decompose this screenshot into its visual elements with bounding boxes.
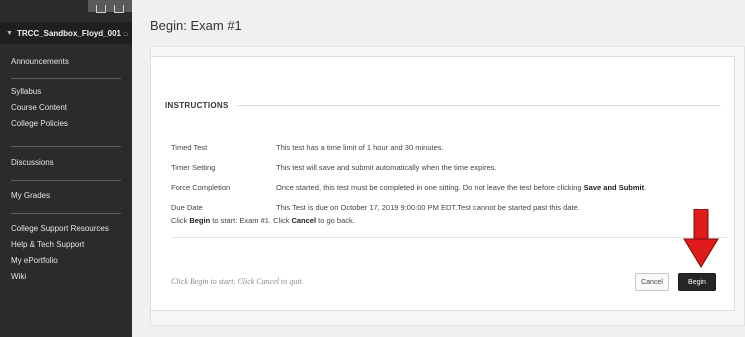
section-divider <box>171 237 727 238</box>
text: to start: Exam #1. Click <box>210 216 292 225</box>
value-text: . <box>644 182 647 192</box>
sidebar-item-announcements[interactable]: Announcements <box>0 54 132 70</box>
exam-instructions-card: INSTRUCTIONS Timed Test This test has a … <box>150 56 735 311</box>
sidebar-item-syllabus[interactable]: Syllabus <box>0 84 132 100</box>
instruction-row: Due Date This Test is due on October 17,… <box>171 197 731 217</box>
instruction-value: Once started, this test must be complete… <box>276 183 646 192</box>
page-title: Begin: Exam #1 <box>150 18 242 33</box>
sidebar-divider <box>11 180 121 181</box>
home-icon[interactable]: ⌂ <box>123 29 128 38</box>
collapse-chevron-icon[interactable]: ▼ <box>6 30 13 37</box>
instruction-key: Force Completion <box>171 182 231 192</box>
course-title-bar[interactable]: ▼ TRCC_Sandbox_Floyd_001 ⌂ <box>0 22 132 44</box>
begin-instruction-line: Click Begin to start: Exam #1. Click Can… <box>171 216 355 225</box>
text: to go back. <box>316 216 355 225</box>
instruction-key: Timer Setting <box>171 162 216 172</box>
instructions-heading: INSTRUCTIONS <box>165 101 229 110</box>
begin-button[interactable]: Begin <box>678 273 716 291</box>
nav-group-4: My Grades <box>0 188 132 204</box>
sidebar-divider <box>11 78 121 79</box>
course-name[interactable]: TRCC_Sandbox_Floyd_001 <box>17 29 121 38</box>
instruction-key: Due Date <box>171 202 203 212</box>
sidebar-item-my-grades[interactable]: My Grades <box>0 188 132 204</box>
instruction-row: Force Completion Once started, this test… <box>171 177 731 197</box>
instruction-value: This test will save and submit automatic… <box>276 162 497 172</box>
text: Click <box>171 216 190 225</box>
begin-emphasis: Begin <box>189 216 211 225</box>
instruction-row: Timer Setting This test will save and su… <box>171 157 731 177</box>
instructions-header: INSTRUCTIONS <box>165 101 721 110</box>
sidebar-item-college-support-resources[interactable]: College Support Resources <box>0 221 132 237</box>
sidebar-item-discussions[interactable]: Discussions <box>0 155 132 171</box>
value-text: Once started, this test must be complete… <box>276 182 584 192</box>
sidebar-item-college-policies[interactable]: College Policies <box>0 116 132 132</box>
sidebar-item-my-eportfolio[interactable]: My ePortfolio <box>0 253 132 269</box>
sidebar-item-course-content[interactable]: Course Content <box>0 100 132 116</box>
nav-group-5: College Support Resources Help & Tech Su… <box>0 221 132 285</box>
course-menu-sidebar: ▼ TRCC_Sandbox_Floyd_001 ⌂ Announcements… <box>0 0 132 337</box>
sidebar-divider <box>11 213 121 214</box>
nav-group-3: Discussions <box>0 155 132 171</box>
sidebar-divider <box>11 146 121 147</box>
cancel-button[interactable]: Cancel <box>635 273 669 291</box>
instruction-row: Timed Test This test has a time limit of… <box>171 137 731 157</box>
nav-group-1: Announcements <box>0 54 132 70</box>
sidebar-item-wiki[interactable]: Wiki <box>0 269 132 285</box>
heading-rule <box>236 105 721 106</box>
footer-note: Click Begin to start. Click Cancel to qu… <box>171 277 304 286</box>
sidebar-item-help-tech-support[interactable]: Help & Tech Support <box>0 237 132 253</box>
red-arrow-icon <box>683 209 719 268</box>
instruction-key: Timed Test <box>171 142 208 152</box>
instruction-value: This Test is due on October 17, 2019 9:0… <box>276 202 580 212</box>
sidebar-window-controls[interactable] <box>88 0 132 13</box>
instructions-list: Timed Test This test has a time limit of… <box>171 137 731 217</box>
nav-group-2: Syllabus Course Content College Policies <box>0 84 132 132</box>
save-and-submit-emphasis: Save and Submit <box>583 182 645 192</box>
cancel-emphasis: Cancel <box>291 216 317 225</box>
instruction-value: This test has a time limit of 1 hour and… <box>276 142 444 152</box>
